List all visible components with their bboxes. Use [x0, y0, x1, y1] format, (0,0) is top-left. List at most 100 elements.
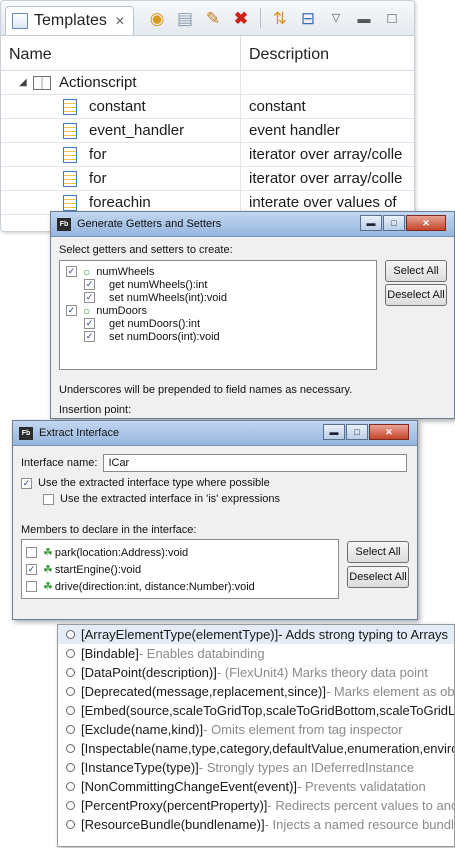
tree-group-actionscript[interactable]: ◢ Actionscript — [1, 71, 414, 95]
method-icon: ☘ — [43, 547, 53, 559]
metadata-item[interactable]: [ArrayElementType(elementType)] - Adds s… — [58, 625, 454, 644]
select-all-button[interactable]: Select All — [385, 260, 447, 282]
generate-getters-setters-dialog: Fb Generate Getters and Setters ▬ □ ✕ Se… — [50, 211, 455, 419]
template-description: iterator over array/colle — [249, 146, 403, 163]
close-tab-icon[interactable]: ✕ — [115, 14, 125, 28]
members-list[interactable]: ☘ park(location:Address):void ✓ ☘ startE… — [21, 539, 339, 599]
checkbox[interactable]: ✓ — [26, 564, 37, 575]
metadata-description: - Marks element as obsolete — [325, 684, 455, 699]
metadata-description: - Redirects percent values to another — [267, 798, 454, 813]
collapse-icon[interactable]: ⊟ — [297, 7, 319, 29]
maximize-window-icon[interactable]: □ — [383, 215, 405, 231]
tree-method-item[interactable]: ✓ set numWheels(int):void — [64, 291, 376, 304]
tree-method-item[interactable]: ✓ get numDoors():int — [64, 317, 376, 330]
metadata-item[interactable]: [Bindable] - Enables databinding — [58, 644, 454, 663]
metadata-item[interactable]: [PercentProxy(percentProperty)] - Redire… — [58, 796, 454, 815]
checkbox[interactable]: ✓ — [84, 279, 95, 290]
metadata-item[interactable]: [Exclude(name,kind)] - Omits element fro… — [58, 720, 454, 739]
checkbox[interactable]: ✓ — [66, 305, 77, 316]
templates-tab[interactable]: Templates ✕ — [5, 5, 134, 35]
use-interface-type-checkbox[interactable]: ✓ — [21, 477, 32, 489]
method-icon: ☘ — [43, 564, 53, 576]
expand-arrow-icon[interactable]: ◢ — [19, 77, 31, 88]
member-label: park(location:Address):void — [54, 546, 189, 559]
templates-tab-label: Templates — [34, 11, 107, 29]
flash-builder-icon: Fb — [57, 217, 71, 231]
edit-pencil-icon[interactable]: ✎ — [202, 7, 224, 29]
checkbox[interactable]: ✓ — [84, 318, 95, 329]
link-icon[interactable]: ⇅ — [269, 7, 291, 29]
minimize-window-icon[interactable]: ▬ — [360, 215, 382, 231]
metadata-description: - Adds strong typing to Arrays — [278, 627, 449, 642]
minimize-icon[interactable]: ▬ — [353, 7, 375, 29]
metadata-item[interactable]: [Inspectable(name,type,category,defaultV… — [58, 739, 454, 758]
minimize-window-icon[interactable]: ▬ — [323, 424, 345, 440]
metadata-item[interactable]: [ResourceBundle(bundlename)] - Injects a… — [58, 815, 454, 834]
metadata-completion-list[interactable]: [ArrayElementType(elementType)] - Adds s… — [57, 624, 455, 847]
select-all-button[interactable]: Select All — [347, 541, 409, 563]
close-window-icon[interactable]: ✕ — [406, 215, 446, 231]
tree-item-label: numWheels — [96, 265, 155, 278]
templates-table-header: Name Description — [1, 36, 414, 71]
metadata-tag: [DataPoint(description)] — [81, 665, 217, 680]
template-description: event handler — [249, 122, 340, 139]
view-menu-icon[interactable]: ▽ — [325, 7, 347, 29]
deselect-all-button[interactable]: Deselect All — [347, 566, 409, 588]
dialog-title: Generate Getters and Setters — [77, 218, 222, 230]
metadata-tag: [Exclude(name,kind)] — [81, 722, 204, 737]
checkbox[interactable] — [26, 581, 37, 592]
template-icon — [63, 98, 77, 115]
maximize-icon[interactable]: □ — [381, 7, 403, 29]
radio-icon — [66, 782, 75, 791]
metadata-tag: [NonCommittingChangeEvent(event)] — [81, 779, 298, 794]
tree-field-item[interactable]: ✓ ○ numWheels — [64, 264, 376, 279]
member-item[interactable]: ☘ drive(direction:int, distance:Number):… — [26, 578, 338, 595]
use-in-is-expressions-label: Use the extracted interface in 'is' expr… — [60, 493, 281, 505]
radio-icon — [66, 687, 75, 696]
close-window-icon[interactable]: ✕ — [369, 424, 409, 440]
maximize-window-icon[interactable]: □ — [346, 424, 368, 440]
template-icon — [63, 122, 77, 139]
radio-icon — [66, 649, 75, 658]
metadata-item[interactable]: [InstanceType(type)] - Strongly types an… — [58, 758, 454, 777]
copy-icon[interactable]: ▤ — [174, 7, 196, 29]
delete-x-icon[interactable]: ✖ — [230, 7, 252, 29]
template-row[interactable]: constant constant — [1, 95, 414, 119]
checkbox[interactable]: ✓ — [66, 266, 77, 277]
metadata-description: - (FlexUnit4) Marks theory data point — [216, 665, 428, 680]
tree-item-label: set numWheels(int):void — [109, 291, 227, 304]
tree-method-item[interactable]: ✓ set numDoors(int):void — [64, 330, 376, 343]
interface-name-input[interactable]: ICar — [103, 454, 408, 472]
column-header-name[interactable]: Name — [1, 36, 241, 70]
checkbox[interactable] — [26, 547, 37, 558]
column-header-description[interactable]: Description — [241, 36, 329, 70]
template-name: for — [89, 146, 107, 163]
radio-icon — [66, 630, 75, 639]
member-item[interactable]: ✓ ☘ startEngine():void — [26, 561, 338, 578]
tree-method-item[interactable]: ✓ get numWheels():int — [64, 278, 376, 291]
metadata-item[interactable]: [DataPoint(description)] - (FlexUnit4) M… — [58, 663, 454, 682]
tree-field-item[interactable]: ✓ ○ numDoors — [64, 304, 376, 318]
extract-interface-dialog: Fb Extract Interface ▬ □ ✕ Interface nam… — [12, 420, 418, 620]
checkbox[interactable]: ✓ — [84, 331, 95, 342]
metadata-tag: [PercentProxy(percentProperty)] — [81, 798, 268, 813]
member-item[interactable]: ☘ park(location:Address):void — [26, 544, 338, 561]
template-name: event_handler — [89, 122, 185, 139]
getters-setters-tree[interactable]: ✓ ○ numWheels ✓ get numWheels():int ✓ se… — [59, 260, 377, 370]
template-name: constant — [89, 98, 146, 115]
metadata-item[interactable]: [NonCommittingChangeEvent(event)] - Prev… — [58, 777, 454, 796]
field-icon: ○ — [83, 264, 91, 279]
deselect-all-button[interactable]: Deselect All — [385, 284, 447, 306]
template-row[interactable]: event_handler event handler — [1, 119, 414, 143]
underscore-note: Underscores will be prepended to field n… — [59, 384, 353, 396]
new-template-icon[interactable]: ◉ — [146, 7, 168, 29]
template-row[interactable]: for iterator over array/colle — [1, 167, 414, 191]
use-in-is-expressions-checkbox[interactable] — [43, 493, 54, 505]
book-icon — [33, 75, 51, 90]
templates-view-icon — [12, 12, 28, 29]
template-row[interactable]: for iterator over array/colle — [1, 143, 414, 167]
metadata-item[interactable]: [Embed(source,scaleToGridTop,scaleToGrid… — [58, 701, 454, 720]
metadata-item[interactable]: [Deprecated(message,replacement,since)] … — [58, 682, 454, 701]
metadata-description: - Prevents validatation — [297, 779, 426, 794]
checkbox[interactable]: ✓ — [84, 292, 95, 303]
